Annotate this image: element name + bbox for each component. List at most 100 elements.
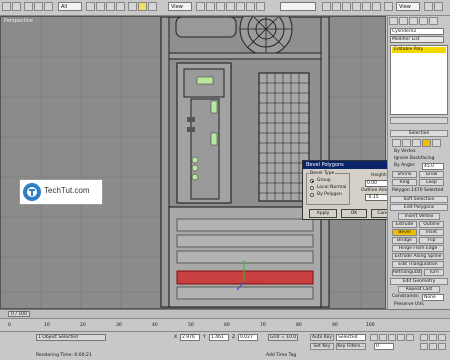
angle-snap-icon[interactable]: [226, 2, 235, 11]
z-coordinate-input[interactable]: 0.027: [238, 334, 258, 341]
bridge-button[interactable]: Bridge: [392, 237, 417, 244]
prev-frame-icon[interactable]: [379, 334, 387, 341]
goto-end-icon[interactable]: [406, 334, 414, 341]
repeat-last-button[interactable]: Repeat Last: [398, 286, 440, 293]
play-icon[interactable]: [388, 334, 396, 341]
select-and-rotate-icon[interactable]: [138, 2, 147, 11]
next-frame-icon[interactable]: [397, 334, 405, 341]
reference-coordinate-dropdown[interactable]: View: [168, 2, 192, 11]
auto-key-button[interactable]: Auto Key: [310, 334, 334, 341]
soft-selection-rollout-header[interactable]: Soft Selection: [390, 196, 448, 203]
named-selection-icon[interactable]: [256, 2, 265, 11]
selection-filter-dropdown[interactable]: All: [58, 2, 82, 11]
select-by-name-icon[interactable]: [96, 2, 105, 11]
modify-tab-icon[interactable]: [399, 17, 408, 25]
motion-tab-icon[interactable]: [419, 17, 428, 25]
retriangulate-button[interactable]: Retriangulate: [392, 269, 422, 276]
layer-manager-icon[interactable]: [342, 2, 351, 11]
set-key-button[interactable]: Set Key: [310, 343, 334, 350]
ignore-backfacing-checkbox[interactable]: Ignore Backfacing: [394, 156, 434, 161]
preserve-uvs-checkbox[interactable]: Preserve UVs: [394, 302, 424, 307]
schematic-view-icon[interactable]: [362, 2, 371, 11]
hinge-from-edge-button[interactable]: Hinge From Edge: [392, 245, 444, 252]
select-and-scale-icon[interactable]: [148, 2, 157, 11]
stack-item-editable-poly[interactable]: Editable Poly: [392, 47, 446, 53]
inset-button[interactable]: Inset: [419, 229, 444, 236]
bevel-button[interactable]: Bevel: [392, 229, 417, 236]
pan-icon[interactable]: [429, 343, 437, 350]
unlink-icon[interactable]: [34, 2, 43, 11]
edit-geometry-rollout-header[interactable]: Edit Geometry: [390, 278, 448, 285]
hierarchy-tab-icon[interactable]: [409, 17, 418, 25]
rectangular-selection-icon[interactable]: [106, 2, 115, 11]
constraints-dropdown[interactable]: None: [422, 294, 444, 301]
select-object-icon[interactable]: [86, 2, 95, 11]
spinner-snap-icon[interactable]: [246, 2, 255, 11]
insert-vertex-button[interactable]: Insert Vertex: [398, 213, 440, 220]
align-icon[interactable]: [332, 2, 341, 11]
zoom-icon[interactable]: [420, 334, 428, 341]
edge-icon[interactable]: [402, 139, 411, 147]
named-selection-sets-field[interactable]: [280, 2, 316, 11]
selection-rollout-header[interactable]: Selection: [390, 130, 448, 137]
polygon-icon[interactable]: [422, 139, 431, 147]
key-filters-button[interactable]: Key Filters...: [336, 343, 366, 350]
manipulate-icon[interactable]: [206, 2, 215, 11]
y-coordinate-input[interactable]: 1.461: [209, 334, 229, 341]
redo-icon[interactable]: [12, 2, 21, 11]
link-icon[interactable]: [24, 2, 33, 11]
ok-button[interactable]: OK: [341, 209, 367, 218]
object-name-field[interactable]: Cylinder02: [390, 28, 444, 35]
outline-button[interactable]: Outline: [419, 221, 444, 228]
grow-button[interactable]: Grow: [419, 171, 444, 178]
select-and-move-icon[interactable]: [128, 2, 137, 11]
bind-space-warp-icon[interactable]: [44, 2, 53, 11]
by-polygon-radio[interactable]: [310, 193, 314, 197]
goto-start-icon[interactable]: [370, 334, 378, 341]
flip-button[interactable]: Flip: [419, 237, 444, 244]
render-setup-icon[interactable]: [384, 2, 393, 11]
by-angle-checkbox[interactable]: By Angle:: [394, 163, 416, 168]
mirror-icon[interactable]: [322, 2, 331, 11]
time-slider-thumb[interactable]: 0 / 100: [8, 311, 30, 317]
key-mode-dropdown[interactable]: Selected: [336, 334, 366, 341]
render-last-icon[interactable]: [434, 2, 443, 11]
render-view-dropdown[interactable]: View: [396, 2, 420, 11]
modifier-list-dropdown[interactable]: Modifier List: [390, 36, 444, 43]
apply-button[interactable]: Apply: [309, 209, 337, 218]
vertex-icon[interactable]: [392, 139, 401, 147]
loop-button[interactable]: Loop: [419, 179, 444, 186]
zoom-all-icon[interactable]: [429, 334, 437, 341]
zoom-extents-icon[interactable]: [438, 334, 446, 341]
extrude-along-spline-button[interactable]: Extrude Along Spline: [392, 253, 444, 260]
ring-button[interactable]: Ring: [392, 179, 417, 186]
by-vertex-checkbox[interactable]: By Vertex: [394, 149, 416, 154]
border-icon[interactable]: [412, 139, 421, 147]
undo-icon[interactable]: [2, 2, 11, 11]
track-bar[interactable]: 0 10 20 30 40 50 60 70 80 90 100: [0, 318, 450, 331]
snaps-toggle-icon[interactable]: [216, 2, 225, 11]
turn-button[interactable]: Turn: [424, 269, 444, 276]
percent-snap-icon[interactable]: [236, 2, 245, 11]
local-normal-radio[interactable]: [310, 186, 314, 190]
add-time-tag-button[interactable]: Add Time Tag: [266, 353, 296, 358]
extrude-button[interactable]: Extrude: [392, 221, 417, 228]
viewport-label[interactable]: Perspective: [4, 18, 33, 24]
x-coordinate-input[interactable]: 2.976: [180, 334, 200, 341]
orbit-icon[interactable]: [438, 343, 446, 350]
field-of-view-icon[interactable]: [420, 343, 428, 350]
current-frame-input[interactable]: 0: [374, 343, 394, 350]
curve-editor-icon[interactable]: [352, 2, 361, 11]
edit-polygons-rollout-header[interactable]: Edit Polygons: [390, 204, 448, 211]
element-icon[interactable]: [432, 139, 441, 147]
display-tab-icon[interactable]: [429, 17, 438, 25]
pivot-center-icon[interactable]: [196, 2, 205, 11]
group-radio[interactable]: [310, 179, 314, 183]
material-editor-icon[interactable]: [372, 2, 381, 11]
create-tab-icon[interactable]: [389, 17, 398, 25]
quick-render-icon[interactable]: [424, 2, 433, 11]
edit-triangulation-button[interactable]: Edit Triangulation: [392, 261, 444, 268]
window-crossing-icon[interactable]: [116, 2, 125, 11]
by-angle-input[interactable]: 45.0: [422, 163, 444, 170]
shrink-button[interactable]: Shrink: [392, 171, 417, 178]
